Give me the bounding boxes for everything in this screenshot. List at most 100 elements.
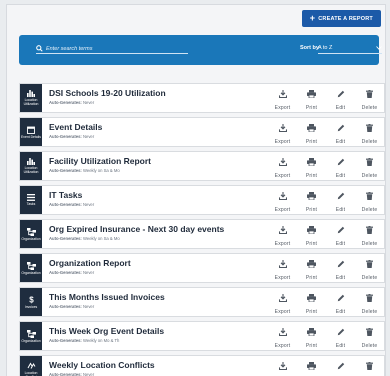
trash-icon <box>366 119 373 137</box>
delete-button[interactable]: Delete <box>355 152 384 180</box>
org-chart-icon <box>26 329 36 338</box>
report-type-tile: Tasks <box>20 186 42 214</box>
export-label: Export <box>274 309 291 315</box>
printer-icon <box>307 255 316 273</box>
report-actions: Export Print Edit Delete <box>268 152 384 180</box>
edit-button[interactable]: Edit <box>326 254 355 282</box>
edit-button[interactable]: Edit <box>326 152 355 180</box>
print-label: Print <box>305 173 318 179</box>
report-row[interactable]: Location Conflict Weekly Location Confli… <box>19 355 385 376</box>
auto-generates-value: Never <box>82 304 95 309</box>
delete-button[interactable]: Delete <box>355 322 384 350</box>
delete-button[interactable]: Delete <box>355 84 384 112</box>
report-type-label: Location Utilization <box>23 98 39 106</box>
edit-label: Edit <box>335 275 346 281</box>
edit-button[interactable]: Edit <box>326 288 355 316</box>
create-report-button[interactable]: + CREATE A REPORT <box>301 10 381 27</box>
export-button[interactable]: Export <box>268 254 297 282</box>
print-button[interactable]: Print <box>297 118 326 146</box>
svg-text:$: $ <box>29 296 34 305</box>
trash-icon <box>366 85 373 103</box>
delete-button[interactable]: Delete <box>355 288 384 316</box>
report-type-label: Tasks <box>26 202 36 206</box>
printer-icon <box>307 221 316 239</box>
edit-button[interactable]: Edit <box>326 220 355 248</box>
report-row[interactable]: Organization Organization Report Auto-Ge… <box>19 253 385 283</box>
printer-icon <box>307 187 316 205</box>
report-row[interactable]: Location Utilization DSI Schools 19-20 U… <box>19 83 385 113</box>
report-row[interactable]: Location Utilization Facility Utilizatio… <box>19 151 385 181</box>
delete-button[interactable]: Delete <box>355 254 384 282</box>
delete-button[interactable]: Delete <box>355 186 384 214</box>
delete-button[interactable]: Delete <box>355 118 384 146</box>
report-actions: Export Print Edit Delete <box>268 254 384 282</box>
search-input[interactable]: Enter search terms <box>36 44 188 54</box>
print-button[interactable]: Print <box>297 254 326 282</box>
edit-button[interactable]: Edit <box>326 356 355 376</box>
auto-generates-value: Never <box>82 100 95 105</box>
printer-icon <box>307 289 316 307</box>
print-button[interactable]: Print <box>297 84 326 112</box>
export-button[interactable]: Export <box>268 84 297 112</box>
print-label: Print <box>305 343 318 349</box>
report-actions: Export Print Edit Delete <box>268 356 384 376</box>
report-row[interactable]: Tasks IT Tasks Auto-Generates: Never Exp… <box>19 185 385 215</box>
trash-icon <box>366 153 373 171</box>
export-button[interactable]: Export <box>268 288 297 316</box>
report-type-label: Organization <box>21 236 41 241</box>
print-button[interactable]: Print <box>297 220 326 248</box>
auto-generates-label: Auto-Generates: <box>49 338 82 343</box>
auto-generates-value: Weekly on Sa & Mo <box>82 236 120 241</box>
print-button[interactable]: Print <box>297 152 326 180</box>
print-label: Print <box>305 139 318 145</box>
delete-label: Delete <box>361 343 378 349</box>
trash-icon <box>366 255 373 273</box>
sort-select[interactable]: A to Z <box>318 43 382 54</box>
pencil-icon <box>337 119 345 137</box>
export-button[interactable]: Export <box>268 152 297 180</box>
export-button[interactable]: Export <box>268 118 297 146</box>
print-button[interactable]: Print <box>297 356 326 376</box>
print-button[interactable]: Print <box>297 288 326 316</box>
report-row[interactable]: Organization This Week Org Event Details… <box>19 321 385 351</box>
search-icon <box>36 45 43 52</box>
export-button[interactable]: Export <box>268 322 297 350</box>
report-row[interactable]: $ Invoices This Months Issued Invoices A… <box>19 287 385 317</box>
edit-button[interactable]: Edit <box>326 322 355 350</box>
sort-label: Sort by <box>300 45 319 51</box>
export-label: Export <box>274 207 291 213</box>
download-icon <box>278 289 287 307</box>
report-type-label: Invoices <box>24 305 38 309</box>
print-label: Print <box>305 105 318 111</box>
chevron-down-icon <box>376 46 382 50</box>
print-button[interactable]: Print <box>297 186 326 214</box>
print-button[interactable]: Print <box>297 322 326 350</box>
report-type-tile: Event Details <box>20 118 42 146</box>
report-row[interactable]: Organization Org Expired Insurance - Nex… <box>19 219 385 249</box>
edit-button[interactable]: Edit <box>326 118 355 146</box>
delete-button[interactable]: Delete <box>355 220 384 248</box>
report-type-tile: Location Conflict <box>20 356 42 376</box>
trash-icon <box>366 187 373 205</box>
export-button[interactable]: Export <box>268 356 297 376</box>
trash-icon <box>366 221 373 239</box>
download-icon <box>278 85 287 103</box>
pencil-icon <box>337 85 345 103</box>
report-type-tile: Organization <box>20 254 42 282</box>
edit-label: Edit <box>335 105 346 111</box>
print-label: Print <box>305 309 318 315</box>
export-button[interactable]: Export <box>268 186 297 214</box>
auto-generates-value: Weekly on Sa & Mo <box>82 168 120 173</box>
edit-button[interactable]: Edit <box>326 84 355 112</box>
export-button[interactable]: Export <box>268 220 297 248</box>
edit-button[interactable]: Edit <box>326 186 355 214</box>
print-label: Print <box>305 207 318 213</box>
delete-label: Delete <box>361 275 378 281</box>
delete-button[interactable]: Delete <box>355 356 384 376</box>
report-row[interactable]: Event Details Event Details Auto-Generat… <box>19 117 385 147</box>
bar-chart-icon <box>27 90 35 97</box>
printer-icon <box>307 357 316 375</box>
report-type-label: Location Utilization <box>23 166 39 174</box>
download-icon <box>278 153 287 171</box>
report-actions: Export Print Edit Delete <box>268 322 384 350</box>
